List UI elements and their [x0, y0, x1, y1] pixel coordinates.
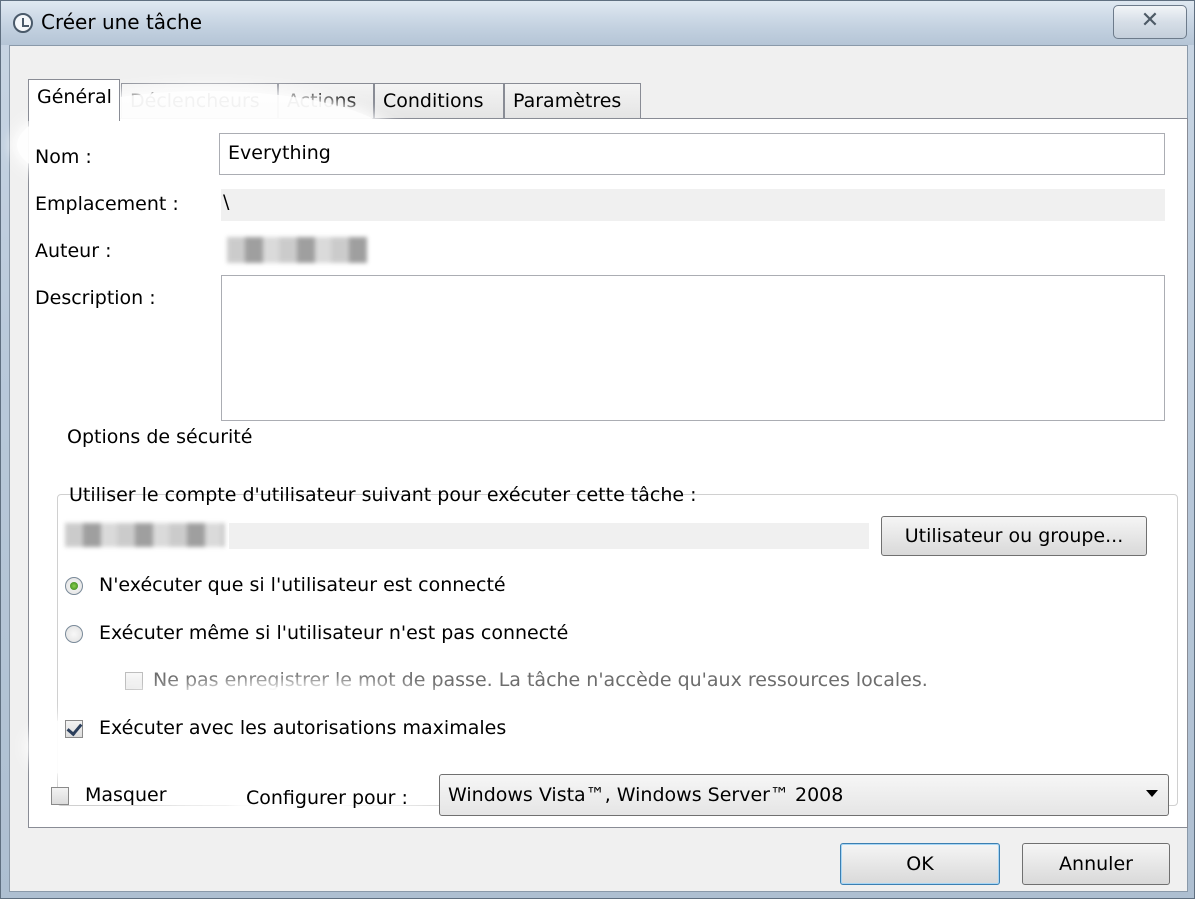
location-label: Emplacement : [35, 193, 179, 215]
security-options-legend: Options de sécurité [61, 426, 259, 448]
close-icon: ✕ [1140, 8, 1160, 33]
dialog-client-area: Général Déclencheurs Actions Conditions … [9, 45, 1188, 892]
window-title: Créer une tâche [41, 10, 203, 34]
tab-general[interactable]: Général [28, 79, 120, 121]
checkbox-run-highest[interactable] [65, 720, 83, 738]
configure-for-value: Windows Vista™, Windows Server™ 2008 [448, 784, 844, 806]
configure-for-label: Configurer pour : [246, 787, 408, 809]
radio-run-whether-logged[interactable] [65, 625, 83, 643]
close-button[interactable]: ✕ [1113, 5, 1187, 39]
checkbox-no-store-password[interactable] [125, 672, 143, 690]
checkbox-run-highest-label[interactable]: Exécuter avec les autorisations maximale… [99, 717, 506, 739]
cancel-button[interactable]: Annuler [1022, 843, 1170, 885]
tab-settings[interactable]: Paramètres [504, 83, 641, 119]
account-prompt: Utiliser le compte d'utilisateur suivant… [69, 484, 697, 506]
radio-run-whether-logged-label[interactable]: Exécuter même si l'utilisateur n'est pas… [99, 622, 568, 644]
chevron-down-icon [1146, 790, 1158, 797]
create-task-window: Créer une tâche ✕ Général Déclencheurs A… [0, 0, 1195, 899]
radio-run-logged-on-label[interactable]: N'exécuter que si l'utilisateur est conn… [99, 574, 506, 596]
name-label: Nom : [35, 146, 92, 168]
author-value-redacted [227, 237, 367, 263]
title-bar: Créer une tâche ✕ [1, 1, 1194, 45]
account-value-redacted [65, 523, 225, 547]
description-label: Description : [35, 287, 156, 309]
description-input[interactable] [221, 275, 1165, 421]
general-tab-panel: Nom : Everything Emplacement : \ Auteur … [17, 91, 1188, 828]
checkbox-hidden[interactable] [51, 787, 69, 805]
ok-button[interactable]: OK [840, 843, 1000, 885]
name-input-value: Everything [228, 142, 331, 164]
account-field [229, 523, 869, 549]
tab-conditions[interactable]: Conditions [374, 83, 504, 119]
user-or-group-button[interactable]: Utilisateur ou groupe... [881, 516, 1147, 556]
configure-for-dropdown[interactable]: Windows Vista™, Windows Server™ 2008 [439, 774, 1169, 816]
author-label: Auteur : [35, 240, 112, 262]
checkbox-hidden-label[interactable]: Masquer [85, 784, 167, 806]
clock-icon [13, 13, 33, 33]
radio-run-logged-on[interactable] [65, 577, 83, 595]
location-value: \ [221, 189, 1165, 221]
name-input[interactable]: Everything [219, 133, 1165, 175]
